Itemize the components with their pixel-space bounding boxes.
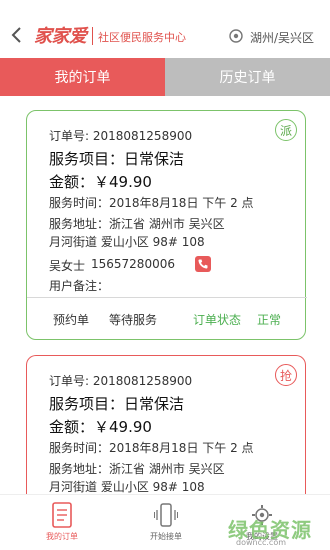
tab-my-orders[interactable]: 我的订单 (0, 58, 165, 96)
customer-phone: 15657280006 (91, 257, 175, 271)
service-time: 服务时间：2018年8月18日 下午 2 点 (49, 441, 254, 455)
order-status-value: 正常 (257, 313, 282, 327)
service-item: 服务项目：日常保洁 (49, 150, 185, 168)
nav-label: 开始接单 (150, 532, 182, 541)
tab-history-orders[interactable]: 历史订单 (165, 58, 330, 96)
card-divider (27, 297, 307, 298)
service-item: 服务项目：日常保洁 (49, 395, 185, 413)
vibrate-phone-icon (154, 503, 178, 527)
customer-name: 吴女士 (49, 259, 86, 273)
order-card[interactable]: 抢 订单号: 2018081258900 服务项目：日常保洁 金额：￥49.90… (26, 355, 306, 495)
app-logo: 家家爱 (34, 26, 87, 47)
wait-status: 等待服务 (109, 313, 158, 327)
app-subtitle: 社区便民服务中心 (98, 31, 186, 44)
order-status-label: 订单状态 (193, 313, 242, 327)
location-icon[interactable] (228, 28, 244, 44)
document-icon (52, 502, 72, 528)
nav-label: 我的订单 (46, 532, 78, 541)
order-card[interactable]: 派 订单号: 2018081258900 服务项目：日常保洁 金额：￥49.90… (26, 110, 307, 340)
service-address: 服务地址：浙江省 湖州市 吴兴区 (49, 462, 225, 476)
location-selector[interactable]: 湖州/吴兴区 (250, 29, 314, 46)
logo-divider (92, 27, 93, 45)
service-time: 服务时间：2018年8月18日 下午 2 点 (49, 196, 254, 210)
order-tabs: 我的订单 历史订单 (0, 58, 330, 96)
service-address-detail: 月河街道 爱山小区 98# 108 (49, 480, 205, 494)
user-remark: 用户备注： (49, 279, 110, 293)
service-address-detail: 月河街道 爱山小区 98# 108 (49, 235, 205, 249)
grab-badge: 抢 (275, 364, 297, 386)
service-address: 服务地址：浙江省 湖州市 吴兴区 (49, 217, 225, 231)
back-arrow-icon[interactable] (6, 24, 28, 46)
order-amount: 金额：￥49.90 (49, 418, 152, 436)
nav-my-orders[interactable]: 我的订单 (22, 495, 102, 550)
order-amount: 金额：￥49.90 (49, 173, 152, 191)
order-number: 订单号: 2018081258900 (49, 129, 193, 143)
app-header: 家家爱 社区便民服务中心 湖州/吴兴区 (0, 0, 330, 58)
nav-start-accepting[interactable]: 开始接单 (126, 495, 206, 550)
site-watermark-url: downcc.com (236, 538, 287, 547)
order-type: 预约单 (53, 313, 90, 327)
phone-call-icon[interactable] (195, 256, 211, 272)
order-number: 订单号: 2018081258900 (49, 374, 193, 388)
dispatch-badge: 派 (275, 119, 297, 141)
